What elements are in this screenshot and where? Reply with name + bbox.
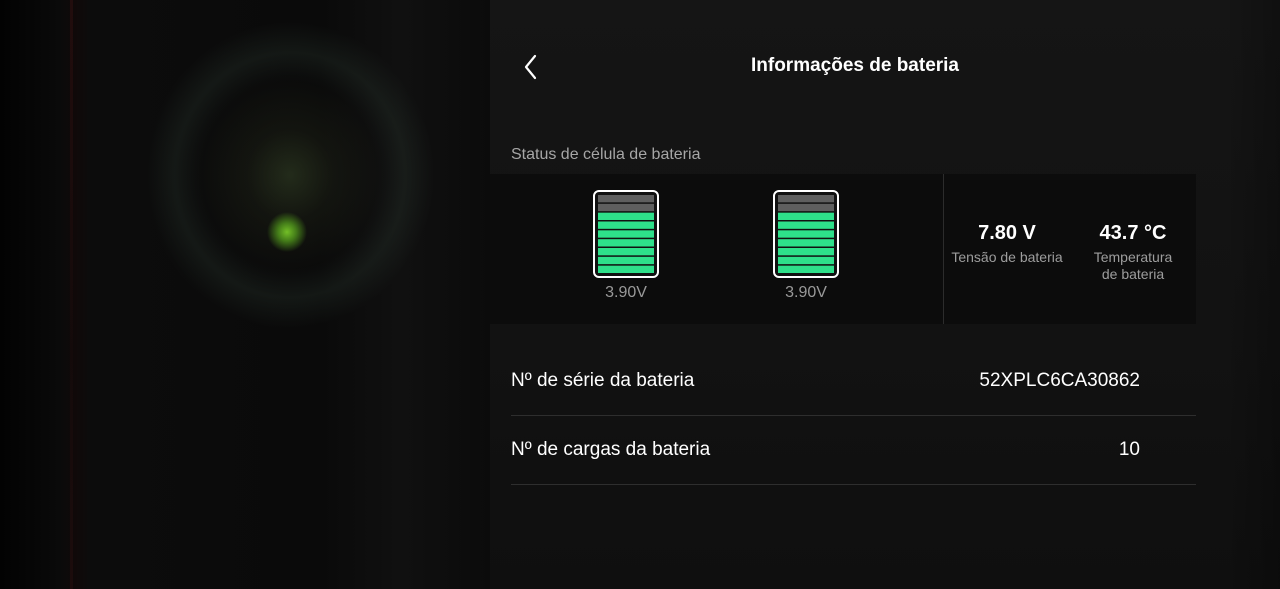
charge-cycles-row: Nº de cargas da bateria 10: [511, 415, 1196, 485]
battery-temperature-value: 43.7 °C: [1099, 222, 1167, 244]
battery-bar-filled: [598, 221, 654, 229]
cell-status-label: Status de célula de bateria: [511, 146, 701, 163]
battery-cell-1: 3.90V: [586, 190, 666, 302]
cell-voltage: 3.90V: [605, 284, 647, 301]
battery-bar-filled: [778, 256, 834, 265]
battery-temperature-label: Temperatura de bateria: [1080, 249, 1186, 283]
battery-cell-icon: [773, 190, 839, 278]
battery-bar-filled: [778, 230, 834, 238]
battery-temperature-metric: 43.7 °C Temperatura de bateria: [1080, 222, 1186, 283]
battery-bar-empty: [778, 203, 834, 212]
battery-bar-filled: [598, 265, 654, 273]
battery-cell-2: 3.90V: [766, 190, 846, 302]
battery-voltage-label: Tensão de bateria: [951, 249, 1063, 265]
battery-bar-empty: [598, 203, 654, 212]
battery-bar-filled: [778, 248, 834, 256]
camera-feed-background: [0, 0, 490, 589]
serial-number-label: Nº de série da bateria: [511, 370, 695, 391]
panel-edge-shade: [1225, 0, 1280, 589]
battery-bar-empty: [778, 195, 834, 203]
battery-bar-filled: [778, 212, 834, 220]
battery-bar-filled: [778, 221, 834, 229]
battery-bar-filled: [778, 265, 834, 273]
charge-cycles-label: Nº de cargas da bateria: [511, 439, 711, 460]
serial-number-value: 52XPLC6CA30862: [979, 370, 1140, 391]
battery-bar-filled: [598, 256, 654, 265]
battery-bar-filled: [598, 230, 654, 238]
battery-cell-icon: [593, 190, 659, 278]
battery-bar-filled: [598, 212, 654, 220]
page-title: Informações de bateria: [750, 55, 960, 76]
metrics-divider: [943, 174, 944, 324]
battery-bar-filled: [778, 239, 834, 247]
cell-status-card: 3.90V 3.90V 7.80 V Tensão de bateria 43.…: [490, 174, 1196, 324]
battery-temperature-label-line1: Temperatura: [1093, 249, 1173, 265]
battery-info-panel: Informações de bateria Status de célula …: [490, 0, 1280, 589]
battery-voltage-value: 7.80 V: [978, 222, 1036, 244]
battery-temperature-label-line2: de bateria: [1101, 266, 1165, 282]
battery-bar-filled: [598, 248, 654, 256]
charge-cycles-value: 10: [1118, 439, 1140, 460]
battery-bar-empty: [598, 195, 654, 203]
serial-number-row: Nº de série da bateria 52XPLC6CA30862: [511, 346, 1196, 416]
cell-voltage: 3.90V: [785, 284, 827, 301]
battery-voltage-metric: 7.80 V Tensão de bateria: [945, 222, 1069, 266]
battery-bar-filled: [598, 239, 654, 247]
camera-feed-edge: [70, 0, 73, 589]
screen: Informações de bateria Status de célula …: [0, 0, 1280, 589]
